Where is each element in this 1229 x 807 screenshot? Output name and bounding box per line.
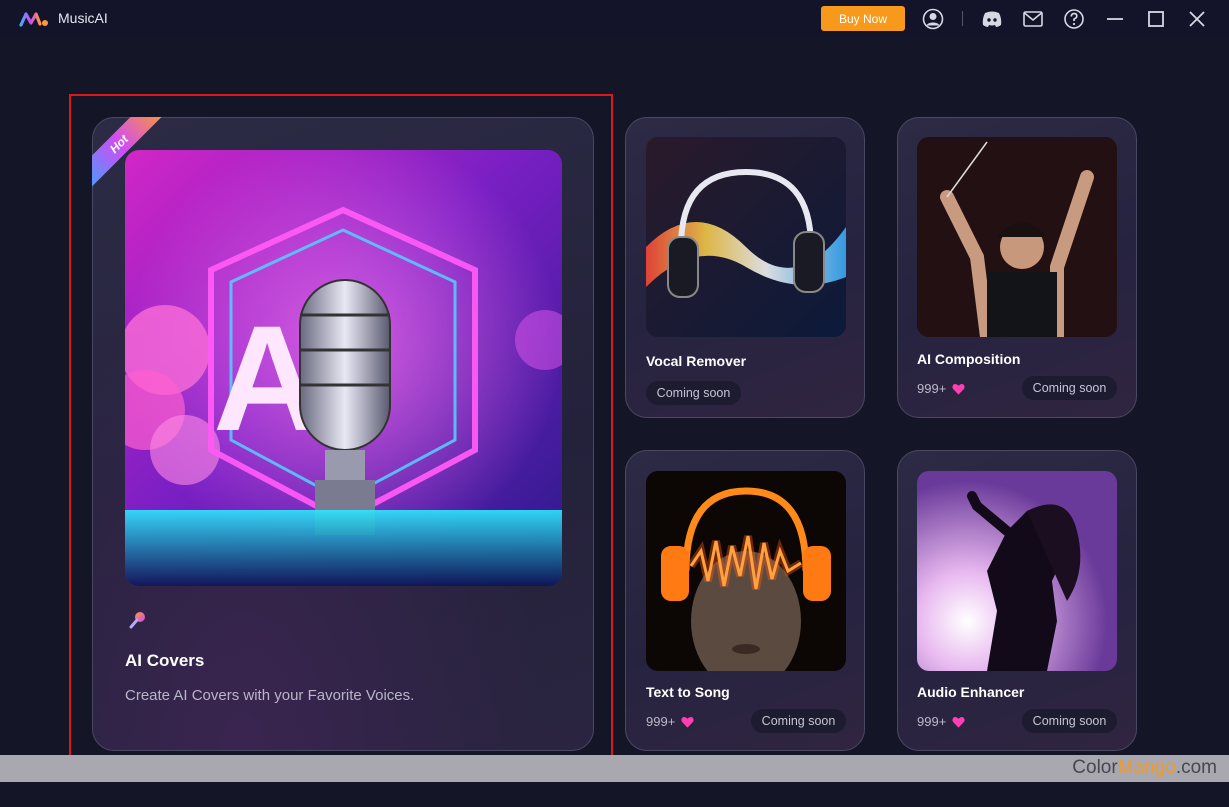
audio-enhancer-image [917,471,1117,671]
account-icon[interactable] [922,8,944,30]
audio-enhancer-likes: 999+ [917,714,965,729]
text-to-song-status: Coming soon [751,709,846,733]
help-icon[interactable] [1063,8,1085,30]
heart-icon [952,383,965,395]
vocal-remover-image [646,137,846,337]
watermark: ColorMango.com [1072,757,1217,778]
toolbar-divider [962,11,963,26]
vocal-remover-status: Coming soon [646,381,741,405]
ai-covers-description: Create AI Covers with your Favorite Voic… [125,687,415,704]
heart-icon [681,716,694,728]
text-to-song-title: Text to Song [646,684,730,700]
buy-now-button[interactable]: Buy Now [821,6,905,31]
bottom-strip [0,755,1229,782]
likes-count: 999+ [646,714,676,729]
microphone-icon [129,612,145,629]
ai-composition-title: AI Composition [917,351,1021,367]
ai-composition-status: Coming soon [1022,376,1117,400]
likes-count: 999+ [917,714,947,729]
ai-composition-likes: 999+ [917,381,965,396]
likes-count: 999+ [917,381,947,396]
app-title: MusicAI [58,10,108,26]
text-to-song-image [646,471,846,671]
text-to-song-likes: 999+ [646,714,694,729]
title-bar: MusicAI Buy Now [0,0,1229,38]
audio-enhancer-title: Audio Enhancer [917,684,1025,700]
close-icon[interactable] [1186,8,1208,30]
minimize-icon[interactable] [1104,8,1126,30]
musicai-logo-icon [19,12,48,27]
ai-covers-image: AI [125,150,562,586]
mail-icon[interactable] [1022,8,1044,30]
heart-icon [952,716,965,728]
window-bottom [0,782,1229,807]
ai-covers-title: AI Covers [125,651,205,670]
discord-icon[interactable] [981,8,1003,30]
audio-enhancer-status: Coming soon [1022,709,1117,733]
ai-composition-image [917,137,1117,337]
maximize-icon[interactable] [1145,8,1167,30]
vocal-remover-title: Vocal Remover [646,353,747,369]
